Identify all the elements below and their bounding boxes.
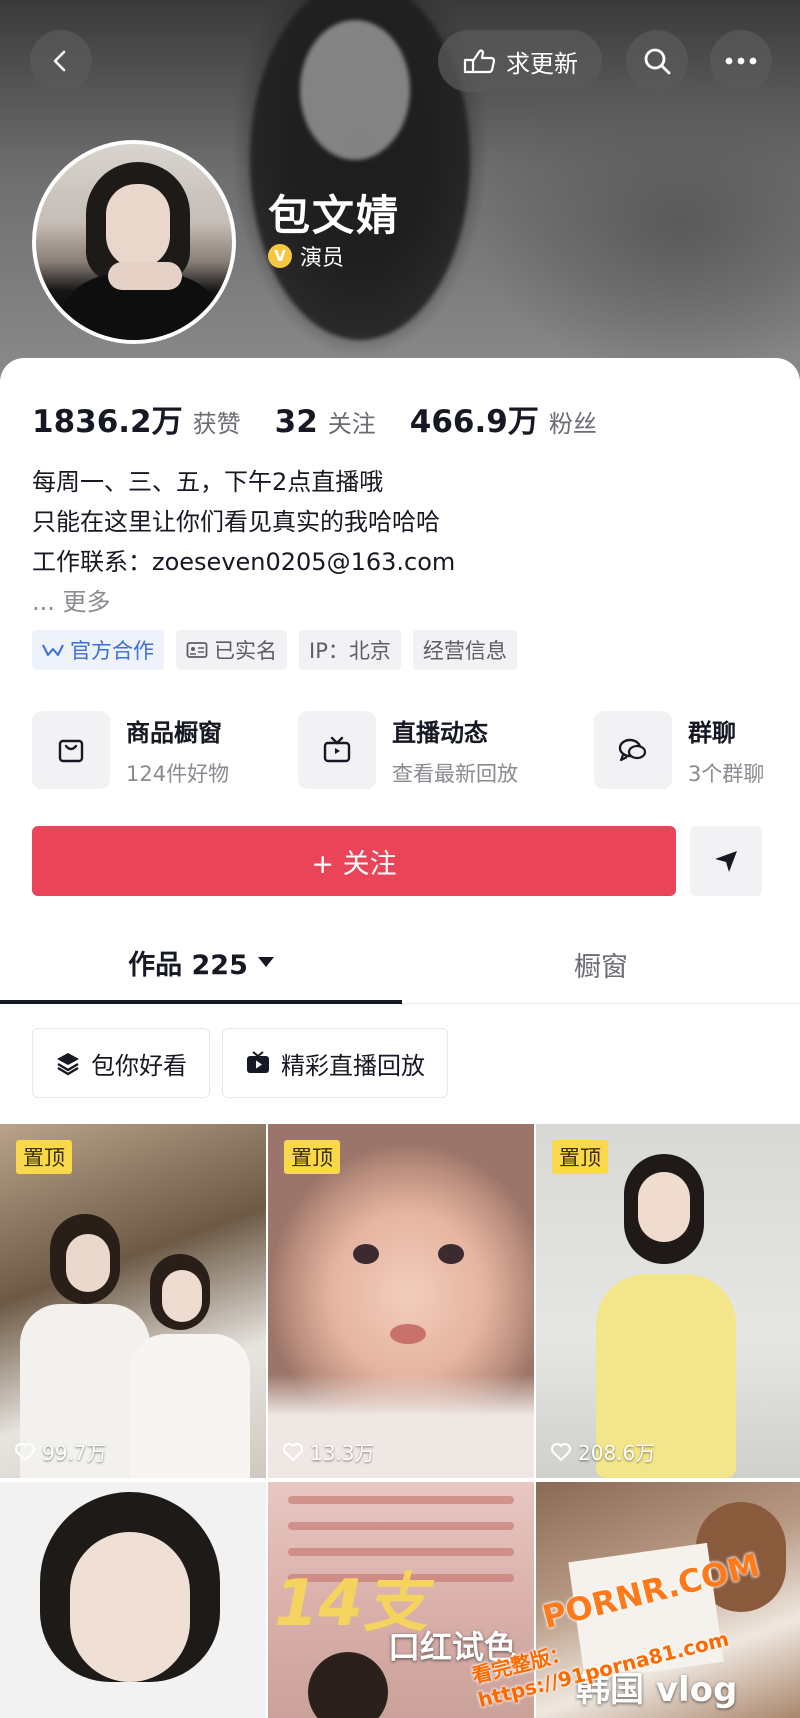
stats-row: 1836.2万 获赞 32 关注 466.9万 粉丝 — [32, 396, 631, 441]
request-update-label: 求更新 — [506, 49, 578, 78]
live-updates-subtitle: 查看最新回放 — [392, 761, 518, 786]
heart-icon — [15, 1442, 35, 1461]
profile-name: 包文婧 — [268, 191, 401, 240]
bio-more-link[interactable]: ... 更多 — [32, 582, 455, 622]
official-cooperation-tag[interactable]: 官方合作 — [32, 630, 164, 670]
profile-role: V 演员 — [268, 240, 344, 272]
following-label[interactable]: 关注 — [328, 404, 376, 439]
tv-icon — [323, 736, 351, 763]
back-button[interactable] — [30, 30, 92, 92]
avatar[interactable] — [32, 140, 236, 344]
collection-row: 包你好看 精彩直播回放 — [32, 1028, 448, 1098]
video-likes-count: 99.7万 — [42, 1441, 107, 1465]
bio-line: 工作联系：zoeseven0205@163.com — [32, 548, 456, 576]
search-icon — [644, 48, 671, 75]
video-thumbnail[interactable] — [0, 1482, 266, 1718]
handshake-icon — [42, 644, 64, 656]
shop-window-title: 商品橱窗 — [126, 718, 222, 747]
content-tabs: 作品 225 橱窗 — [0, 924, 800, 1004]
video-thumbnail[interactable]: 置顶 99.7万 — [0, 1124, 266, 1478]
group-chat-subtitle: 3个群聊 — [688, 761, 765, 786]
ip-location-label: IP：北京 — [309, 639, 391, 663]
pinned-badge: 置顶 — [16, 1140, 72, 1174]
feature-entries: 商品橱窗 124件好物 直播动态 查看最新回放 群聊 3个群聊 — [32, 710, 772, 790]
live-updates-title: 直播动态 — [392, 718, 488, 747]
video-likes: 13.3万 — [282, 1437, 375, 1466]
request-update-button[interactable]: 求更新 — [438, 30, 602, 92]
business-info-tag[interactable]: 经营信息 — [412, 630, 517, 670]
chat-bubbles-icon — [618, 738, 647, 762]
shopping-bag-icon — [58, 739, 84, 763]
tag-row: 官方合作 已实名 IP：北京 经营信息 — [32, 630, 517, 670]
follow-label: + 关注 — [311, 848, 397, 880]
video-likes-count: 208.6万 — [578, 1441, 656, 1465]
bio: 每周一、三、五，下午2点直播哦 只能在这里让你们看见真实的我哈哈哈 工作联系：z… — [32, 462, 455, 622]
likes-count: 1836.2万 — [32, 404, 183, 440]
search-button[interactable] — [626, 30, 688, 92]
send-message-button[interactable] — [690, 826, 762, 896]
following-count[interactable]: 32 — [275, 404, 318, 440]
video-thumbnail[interactable]: 置顶 208.6万 — [536, 1124, 800, 1478]
tab-works-label: 作品 225 — [128, 949, 248, 981]
pinned-badge: 置顶 — [552, 1140, 608, 1174]
likes-label: 获赞 — [192, 410, 241, 438]
collection-label: 精彩直播回放 — [281, 1051, 425, 1080]
official-cooperation-label: 官方合作 — [70, 639, 154, 663]
shop-window-entry[interactable]: 商品橱窗 124件好物 — [32, 710, 229, 790]
id-card-icon — [186, 642, 208, 658]
more-dots-icon — [725, 57, 757, 65]
collection-chip[interactable]: 包你好看 — [32, 1028, 210, 1098]
tab-works[interactable]: 作品 225 — [0, 924, 402, 1004]
video-likes: 208.6万 — [550, 1437, 655, 1466]
video-likes-count: 13.3万 — [310, 1441, 375, 1465]
verified-name-tag[interactable]: 已实名 — [176, 630, 287, 670]
heart-icon — [551, 1442, 571, 1461]
video-likes: 99.7万 — [14, 1437, 107, 1466]
collection-chip[interactable]: 精彩直播回放 — [222, 1028, 448, 1098]
shop-window-subtitle: 124件好物 — [126, 761, 230, 786]
role-label: 演员 — [300, 246, 345, 271]
layers-icon — [57, 1053, 79, 1076]
live-updates-entry[interactable]: 直播动态 查看最新回放 — [298, 710, 518, 790]
business-info-label: 经营信息 — [422, 639, 507, 663]
collection-label: 包你好看 — [91, 1051, 187, 1080]
group-chat-entry[interactable]: 群聊 3个群聊 — [594, 710, 764, 790]
chevron-left-icon — [53, 50, 66, 72]
more-button[interactable] — [710, 30, 772, 92]
tab-window[interactable]: 橱窗 — [402, 924, 800, 1004]
followers-count[interactable]: 466.9万 — [410, 396, 539, 441]
followers-label[interactable]: 粉丝 — [549, 404, 597, 439]
group-chat-title: 群聊 — [688, 718, 736, 747]
caret-down-icon — [257, 957, 274, 967]
pinned-badge: 置顶 — [284, 1140, 340, 1174]
bio-line: 只能在这里让你们看见真实的我哈哈哈 — [32, 508, 440, 536]
heart-icon — [283, 1442, 303, 1461]
follow-button[interactable]: + 关注 — [32, 826, 676, 896]
send-arrow-icon — [715, 851, 737, 872]
tab-window-label: 橱窗 — [574, 951, 628, 983]
pointing-hand-icon — [463, 49, 496, 74]
video-thumbnail[interactable]: 置顶 13.3万 — [268, 1124, 534, 1478]
ip-location-tag: IP：北京 — [299, 630, 401, 670]
banner-face — [300, 20, 410, 160]
verified-badge-icon: V — [268, 244, 292, 268]
tv-play-icon — [247, 1051, 269, 1073]
bio-line: 每周一、三、五，下午2点直播哦 — [32, 468, 384, 496]
verified-name-label: 已实名 — [214, 639, 277, 663]
